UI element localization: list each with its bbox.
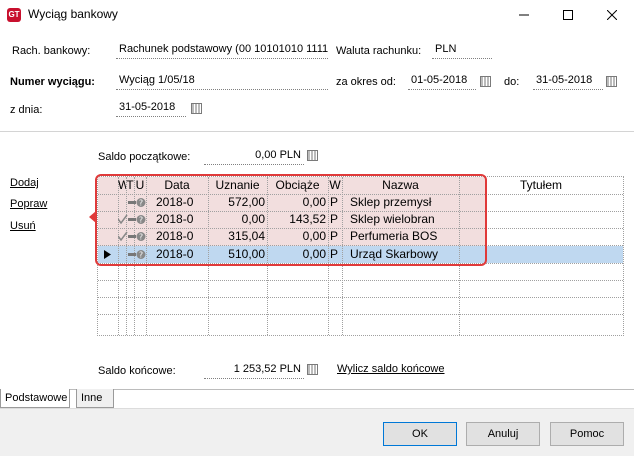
period-from-field[interactable]: 01-05-2018 — [408, 72, 476, 90]
close-icon — [607, 10, 617, 20]
currency-label: Waluta rachunku: — [336, 45, 422, 57]
minimize-icon — [519, 14, 529, 16]
ok-button[interactable]: OK — [383, 422, 457, 446]
period-to-label: do: — [504, 76, 520, 88]
calendar-icon[interactable] — [480, 76, 491, 87]
tab-podstawowe[interactable]: Podstawowe — [0, 389, 70, 408]
calculator-icon[interactable] — [307, 150, 318, 161]
closing-balance-value: 1 253,52 PLN — [204, 361, 304, 379]
window-title: Wyciąg bankowy — [28, 7, 118, 21]
edit-link[interactable]: Popraw — [10, 198, 47, 210]
opening-balance-label: Saldo początkowe: — [98, 151, 191, 163]
close-button[interactable] — [590, 0, 634, 30]
calendar-icon[interactable] — [191, 103, 202, 114]
number-label: Numer wyciągu: — [10, 76, 95, 88]
delete-link[interactable]: Usuń — [10, 220, 36, 232]
title-bar: GT Wyciąg bankowy — [0, 0, 634, 30]
callout-pointer-icon — [89, 211, 96, 223]
compute-balance-link[interactable]: Wylicz saldo końcowe — [337, 363, 445, 375]
separator — [0, 131, 634, 132]
add-link[interactable]: Dodaj — [10, 177, 39, 189]
cancel-button[interactable]: Anuluj — [466, 422, 540, 446]
period-from-label: za okres od: — [336, 76, 396, 88]
tab-inne[interactable]: Inne — [76, 389, 114, 408]
closing-balance-label: Saldo końcowe: — [98, 365, 176, 377]
date-label: z dnia: — [10, 104, 43, 116]
maximize-icon — [563, 10, 573, 20]
account-label: Rach. bankowy: — [12, 45, 91, 57]
minimize-button[interactable] — [502, 0, 546, 30]
period-to-field[interactable]: 31-05-2018 — [533, 72, 603, 90]
opening-balance-value: 0,00 PLN — [204, 147, 304, 165]
calculator-icon[interactable] — [307, 364, 318, 375]
help-button[interactable]: Pomoc — [550, 422, 624, 446]
date-field[interactable]: 31-05-2018 — [116, 99, 186, 117]
currency-field[interactable]: PLN — [432, 41, 492, 59]
number-field[interactable]: Wyciąg 1/05/18 — [116, 72, 328, 90]
account-field[interactable]: Rachunek podstawowy (00 10101010 1111 — [116, 41, 328, 59]
highlight-callout — [95, 174, 487, 266]
calendar-icon[interactable] — [606, 76, 617, 87]
maximize-button[interactable] — [546, 0, 590, 30]
app-icon: GT — [7, 8, 21, 22]
